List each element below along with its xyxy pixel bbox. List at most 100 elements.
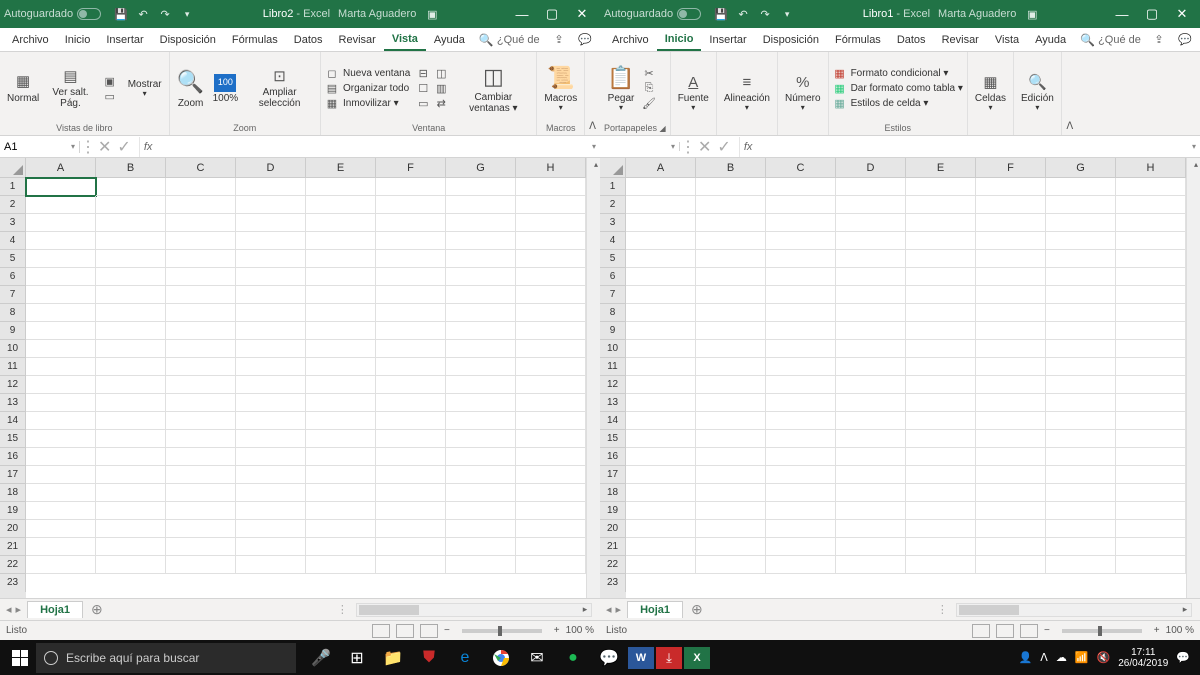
cancel-formula-icon[interactable]: ✕ <box>98 137 111 157</box>
cell[interactable] <box>446 214 516 232</box>
cell[interactable] <box>696 286 766 304</box>
col-header[interactable]: C <box>166 158 236 178</box>
qat-dropdown-icon[interactable]: ▾ <box>179 6 195 22</box>
cell[interactable] <box>236 376 306 394</box>
mic-icon[interactable]: 🎤 <box>304 643 338 673</box>
tab-disposición[interactable]: Disposición <box>755 30 827 50</box>
cell[interactable] <box>626 484 696 502</box>
sheet-tab[interactable]: Hoja1 <box>627 601 683 618</box>
row-header[interactable]: 10 <box>0 340 26 358</box>
cell[interactable] <box>96 178 166 196</box>
cell[interactable] <box>96 268 166 286</box>
cell[interactable] <box>26 214 96 232</box>
enter-formula-icon[interactable]: ✓ <box>117 137 130 157</box>
cell[interactable] <box>696 376 766 394</box>
cell[interactable] <box>836 520 906 538</box>
tab-disposición[interactable]: Disposición <box>152 30 224 50</box>
cell[interactable] <box>1046 448 1116 466</box>
cell[interactable] <box>976 178 1046 196</box>
tab-inicio[interactable]: Inicio <box>57 30 99 50</box>
cell[interactable] <box>766 376 836 394</box>
cell[interactable] <box>976 466 1046 484</box>
cell[interactable] <box>376 448 446 466</box>
cell[interactable] <box>516 322 586 340</box>
cell[interactable] <box>166 430 236 448</box>
minimize-button[interactable]: ― <box>1108 0 1136 28</box>
tray-chevron-icon[interactable]: ᐱ <box>1040 651 1048 664</box>
row-header[interactable]: 11 <box>0 358 26 376</box>
cell[interactable] <box>96 520 166 538</box>
horizontal-scrollbar[interactable]: ◂▸ <box>356 603 592 617</box>
cell[interactable] <box>766 448 836 466</box>
cell[interactable] <box>376 556 446 574</box>
cell[interactable] <box>236 286 306 304</box>
cell[interactable] <box>26 304 96 322</box>
format-as-table-button[interactable]: ▦Dar formato como tabla ▾ <box>833 82 963 96</box>
cell[interactable] <box>766 556 836 574</box>
cell[interactable] <box>376 520 446 538</box>
excel-icon[interactable]: X <box>684 647 710 669</box>
zoom-in-icon[interactable]: + <box>1154 625 1160 636</box>
minimize-button[interactable]: ― <box>508 0 536 28</box>
row-header[interactable]: 17 <box>600 466 626 484</box>
cell[interactable] <box>166 466 236 484</box>
zoom-100-button[interactable]: 100100% <box>210 72 242 106</box>
row-header[interactable]: 18 <box>600 484 626 502</box>
sheet-next-icon[interactable]: ▸ <box>616 603 622 616</box>
cell[interactable] <box>446 322 516 340</box>
cell[interactable] <box>696 340 766 358</box>
cell[interactable] <box>166 340 236 358</box>
cell[interactable] <box>766 466 836 484</box>
cell[interactable] <box>1046 358 1116 376</box>
mcafee-icon[interactable]: ⛊ <box>412 643 446 673</box>
cell[interactable] <box>836 538 906 556</box>
cell[interactable] <box>516 376 586 394</box>
normal-view-button[interactable]: ▦Normal <box>4 72 42 106</box>
redo-icon[interactable]: ↷ <box>157 6 173 22</box>
col-header[interactable]: D <box>236 158 306 178</box>
paste-button[interactable]: 📋Pegar▾ <box>604 62 638 115</box>
tab-fórmulas[interactable]: Fórmulas <box>224 30 286 50</box>
cell[interactable] <box>446 340 516 358</box>
notifications-icon[interactable]: 💬 <box>1176 651 1190 664</box>
acrobat-icon[interactable]: ⤓ <box>656 647 682 669</box>
cell[interactable] <box>1046 502 1116 520</box>
cell[interactable] <box>836 322 906 340</box>
cell[interactable] <box>626 466 696 484</box>
cell[interactable] <box>1046 232 1116 250</box>
autosave-toggle[interactable]: Autoguardado <box>4 8 101 20</box>
undo-icon[interactable]: ↶ <box>135 6 151 22</box>
whatsapp-icon[interactable]: 💬 <box>592 643 626 673</box>
page-layout-icon[interactable] <box>396 624 414 638</box>
cell[interactable] <box>836 268 906 286</box>
cell[interactable] <box>976 538 1046 556</box>
cell[interactable] <box>166 322 236 340</box>
cell[interactable] <box>766 250 836 268</box>
cell[interactable] <box>1116 520 1186 538</box>
zoom-slider[interactable] <box>1062 629 1142 633</box>
cell[interactable] <box>306 556 376 574</box>
cell[interactable] <box>976 250 1046 268</box>
cell[interactable] <box>766 430 836 448</box>
cell[interactable] <box>766 232 836 250</box>
select-all-corner[interactable] <box>0 158 26 178</box>
cell[interactable] <box>446 394 516 412</box>
cell[interactable] <box>516 250 586 268</box>
cell[interactable] <box>906 376 976 394</box>
row-header[interactable]: 1 <box>0 178 26 196</box>
sheet-prev-icon[interactable]: ◂ <box>606 603 612 616</box>
cell[interactable] <box>26 448 96 466</box>
cell[interactable] <box>236 250 306 268</box>
tab-revisar[interactable]: Revisar <box>331 30 384 50</box>
collapse-ribbon-icon[interactable]: ᐱ <box>1062 52 1078 135</box>
formula-input[interactable] <box>756 136 1188 157</box>
row-header[interactable]: 18 <box>0 484 26 502</box>
cell[interactable] <box>236 178 306 196</box>
cell[interactable] <box>976 268 1046 286</box>
cell[interactable] <box>446 556 516 574</box>
custom-views-icon[interactable]: ▭ <box>103 89 117 103</box>
cell[interactable] <box>306 412 376 430</box>
cell[interactable] <box>906 448 976 466</box>
cell[interactable] <box>1116 358 1186 376</box>
cell[interactable] <box>166 412 236 430</box>
